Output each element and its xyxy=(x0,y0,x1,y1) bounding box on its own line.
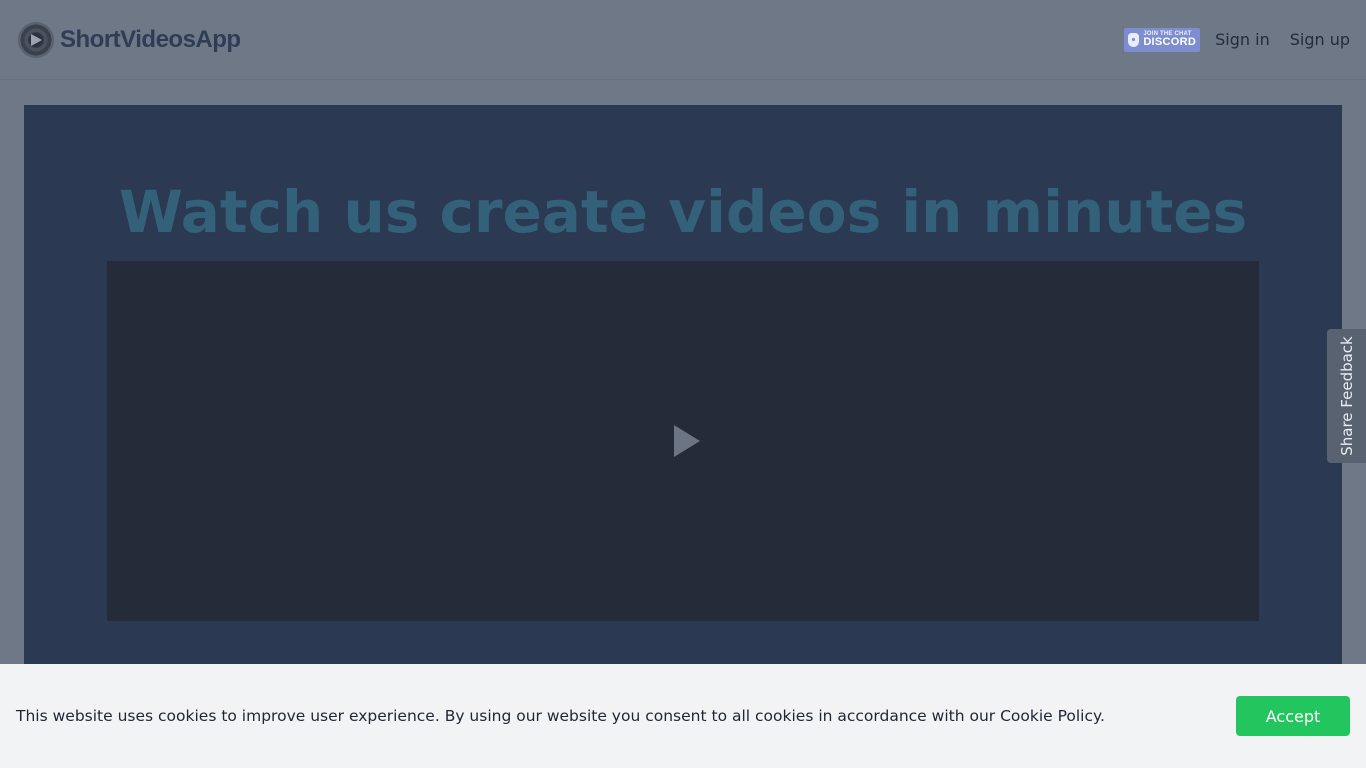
share-feedback-tab[interactable]: Share Feedback xyxy=(1327,329,1366,463)
cookie-message: This website uses cookies to improve use… xyxy=(16,707,1105,725)
discord-chat-badge[interactable]: JOIN THE CHAT DISCORD xyxy=(1124,28,1200,52)
hero-title: Watch us create videos in minutes xyxy=(0,178,1366,246)
brand-logo-icon xyxy=(18,22,54,58)
play-icon[interactable] xyxy=(674,425,700,457)
cookie-banner: This website uses cookies to improve use… xyxy=(0,664,1366,768)
sign-up-link[interactable]: Sign up xyxy=(1290,30,1350,49)
brand-link[interactable]: ShortVideosApp xyxy=(18,22,241,58)
discord-badge-big-text: DISCORD xyxy=(1143,37,1196,48)
site-header: ShortVideosApp JOIN THE CHAT DISCORD Sig… xyxy=(0,0,1366,80)
top-nav: JOIN THE CHAT DISCORD Sign in Sign up xyxy=(1124,28,1350,52)
share-feedback-label: Share Feedback xyxy=(1338,336,1356,456)
brand-name: ShortVideosApp xyxy=(60,26,241,54)
discord-icon xyxy=(1128,33,1139,47)
accept-cookies-button[interactable]: Accept xyxy=(1236,696,1350,736)
sign-in-link[interactable]: Sign in xyxy=(1215,30,1270,49)
discord-badge-text: JOIN THE CHAT DISCORD xyxy=(1143,31,1196,48)
